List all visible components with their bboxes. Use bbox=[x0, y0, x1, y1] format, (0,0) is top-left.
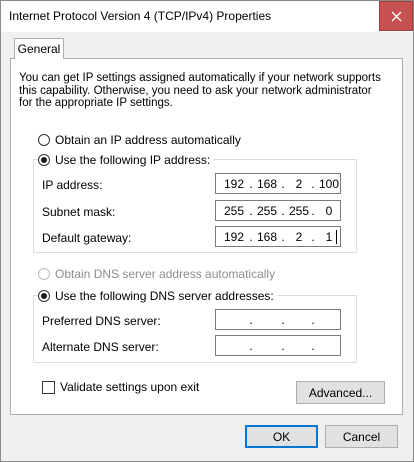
radio-button-checked-icon bbox=[38, 154, 50, 166]
preferred-dns-label: Preferred DNS server: bbox=[42, 314, 161, 328]
octet-separator: . bbox=[281, 339, 285, 353]
obtain-ip-auto-radio[interactable]: Obtain an IP address automatically bbox=[38, 133, 244, 147]
subnet-mask-input[interactable]: 255 . 255 . 255 . 0 bbox=[215, 200, 341, 221]
checkbox-icon bbox=[42, 380, 55, 394]
ip-octet: 168 bbox=[256, 230, 278, 244]
cancel-button[interactable]: Cancel bbox=[325, 425, 398, 448]
radio-button-icon bbox=[38, 134, 50, 146]
advanced-button[interactable]: Advanced... bbox=[296, 381, 385, 404]
ok-button[interactable]: OK bbox=[245, 425, 318, 448]
text-caret bbox=[336, 230, 337, 244]
use-following-ip-radio[interactable]: Use the following IP address: bbox=[38, 153, 214, 167]
use-following-dns-label: Use the following DNS server addresses: bbox=[55, 289, 274, 303]
ip-octet: 168 bbox=[256, 177, 278, 191]
octet-separator: . bbox=[311, 339, 315, 353]
validate-settings-label: Validate settings upon exit bbox=[60, 380, 200, 394]
octet-separator: . bbox=[249, 339, 253, 353]
ip-octet: 255 bbox=[288, 204, 310, 218]
octet-separator: . bbox=[281, 313, 285, 327]
ip-octet: 192 bbox=[223, 177, 245, 191]
ip-address-input[interactable]: 192 . 168 . 2 . 100 bbox=[215, 173, 341, 194]
ip-octet: 2 bbox=[295, 177, 303, 191]
tab-general[interactable]: General bbox=[14, 38, 64, 59]
description-text: You can get IP settings assigned automat… bbox=[19, 72, 381, 109]
alternate-dns-label: Alternate DNS server: bbox=[42, 340, 159, 354]
radio-button-checked-icon bbox=[38, 290, 50, 302]
obtain-ip-auto-label: Obtain an IP address automatically bbox=[55, 133, 241, 147]
ip-octet: 255 bbox=[223, 204, 245, 218]
subnet-mask-label: Subnet mask: bbox=[42, 205, 116, 219]
validate-settings-checkbox[interactable]: Validate settings upon exit bbox=[42, 380, 199, 394]
ip-address-label: IP address: bbox=[42, 178, 103, 192]
obtain-dns-auto-radio[interactable]: Obtain DNS server address automatically bbox=[38, 267, 279, 281]
default-gateway-input[interactable]: 192 . 168 . 2 . 1 bbox=[215, 226, 341, 247]
ip-octet: 2 bbox=[295, 230, 303, 244]
alternate-dns-input[interactable]: . . . bbox=[215, 335, 341, 356]
preferred-dns-input[interactable]: . . . bbox=[215, 309, 341, 330]
ip-octet: 192 bbox=[223, 230, 245, 244]
octet-separator: . bbox=[249, 313, 253, 327]
octet-separator: . bbox=[311, 313, 315, 327]
radio-button-disabled-icon bbox=[38, 268, 50, 280]
ip-octet: 255 bbox=[256, 204, 278, 218]
window-title: Internet Protocol Version 4 (TCP/IPv4) P… bbox=[9, 9, 272, 23]
obtain-dns-auto-label: Obtain DNS server address automatically bbox=[55, 267, 276, 281]
use-following-ip-label: Use the following IP address: bbox=[55, 153, 211, 167]
close-button[interactable] bbox=[379, 1, 413, 31]
use-following-dns-radio[interactable]: Use the following DNS server addresses: bbox=[38, 289, 277, 303]
close-icon bbox=[391, 11, 401, 21]
title-bar[interactable]: Internet Protocol Version 4 (TCP/IPv4) P… bbox=[1, 1, 413, 32]
default-gateway-label: Default gateway: bbox=[42, 231, 132, 245]
ip-octet: 1 bbox=[325, 230, 333, 244]
ip-octet: 100 bbox=[318, 177, 340, 191]
ip-octet: 0 bbox=[325, 204, 333, 218]
